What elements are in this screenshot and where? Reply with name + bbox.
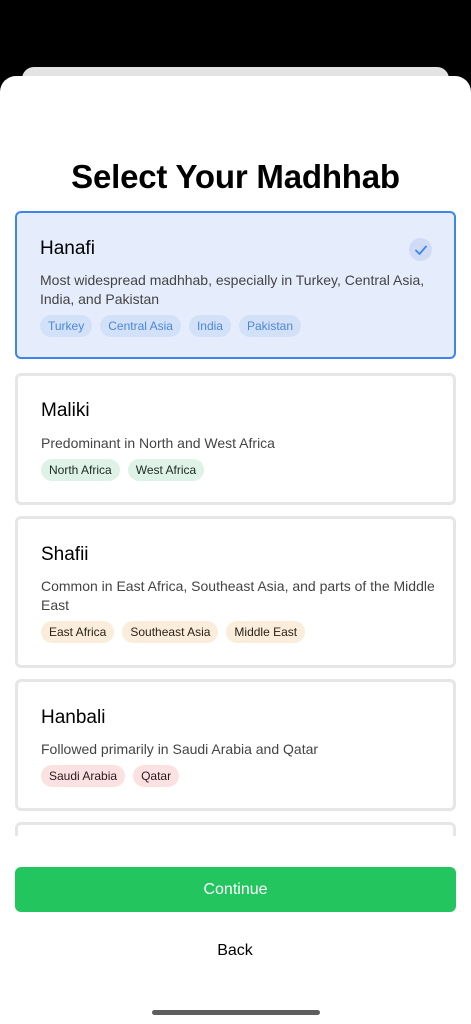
- madhhab-description: Most widespread madhhab, especially in T…: [40, 272, 425, 307]
- madhhab-card-hanafi[interactable]: Hanafi Most widespread madhhab, especial…: [15, 211, 456, 359]
- back-button[interactable]: Back: [185, 936, 285, 966]
- region-tags: North Africa West Africa: [41, 459, 205, 481]
- region-tag: Middle East: [226, 621, 306, 643]
- madhhab-description: Followed primarily in Saudi Arabia and Q…: [41, 741, 319, 757]
- madhhab-name: Hanafi: [40, 238, 95, 259]
- region-tag: Qatar: [133, 765, 180, 787]
- madhhab-description: Predominant in North and West Africa: [41, 435, 275, 451]
- check-icon: [409, 238, 432, 261]
- madhhab-name: Maliki: [41, 400, 90, 421]
- home-indicator: [152, 1010, 320, 1015]
- madhhab-description: Common in East Africa, Southeast Asia, a…: [41, 578, 435, 613]
- region-tag: India: [188, 315, 231, 337]
- region-tag: Saudi Arabia: [41, 765, 126, 787]
- region-tag: Central Asia: [100, 315, 181, 337]
- madhhab-selection-sheet: Select Your Madhhab Hanafi Most widespre…: [0, 76, 471, 1024]
- region-tags: Turkey Central Asia India Pakistan: [40, 315, 301, 337]
- madhhab-name: Hanbali: [41, 707, 106, 728]
- madhhab-list[interactable]: Hanafi Most widespread madhhab, especial…: [15, 211, 456, 836]
- region-tag: Pakistan: [238, 315, 301, 337]
- madhhab-card-next[interactable]: [15, 822, 456, 836]
- madhhab-card-hanbali[interactable]: Hanbali Followed primarily in Saudi Arab…: [15, 679, 456, 811]
- madhhab-card-maliki[interactable]: Maliki Predominant in North and West Afr…: [15, 373, 456, 505]
- madhhab-name: Shafii: [41, 544, 89, 565]
- region-tags: Saudi Arabia Qatar: [41, 765, 180, 787]
- region-tags: East Africa Southeast Asia Middle East: [41, 621, 306, 643]
- region-tag: Southeast Asia: [122, 621, 219, 643]
- continue-button[interactable]: Continue: [15, 867, 456, 912]
- region-tag: West Africa: [127, 459, 205, 481]
- region-tag: East Africa: [41, 621, 115, 643]
- madhhab-card-shafii[interactable]: Shafii Common in East Africa, Southeast …: [15, 516, 456, 668]
- page-title: Select Your Madhhab: [71, 158, 400, 195]
- region-tag: North Africa: [41, 459, 120, 481]
- region-tag: Turkey: [40, 315, 93, 337]
